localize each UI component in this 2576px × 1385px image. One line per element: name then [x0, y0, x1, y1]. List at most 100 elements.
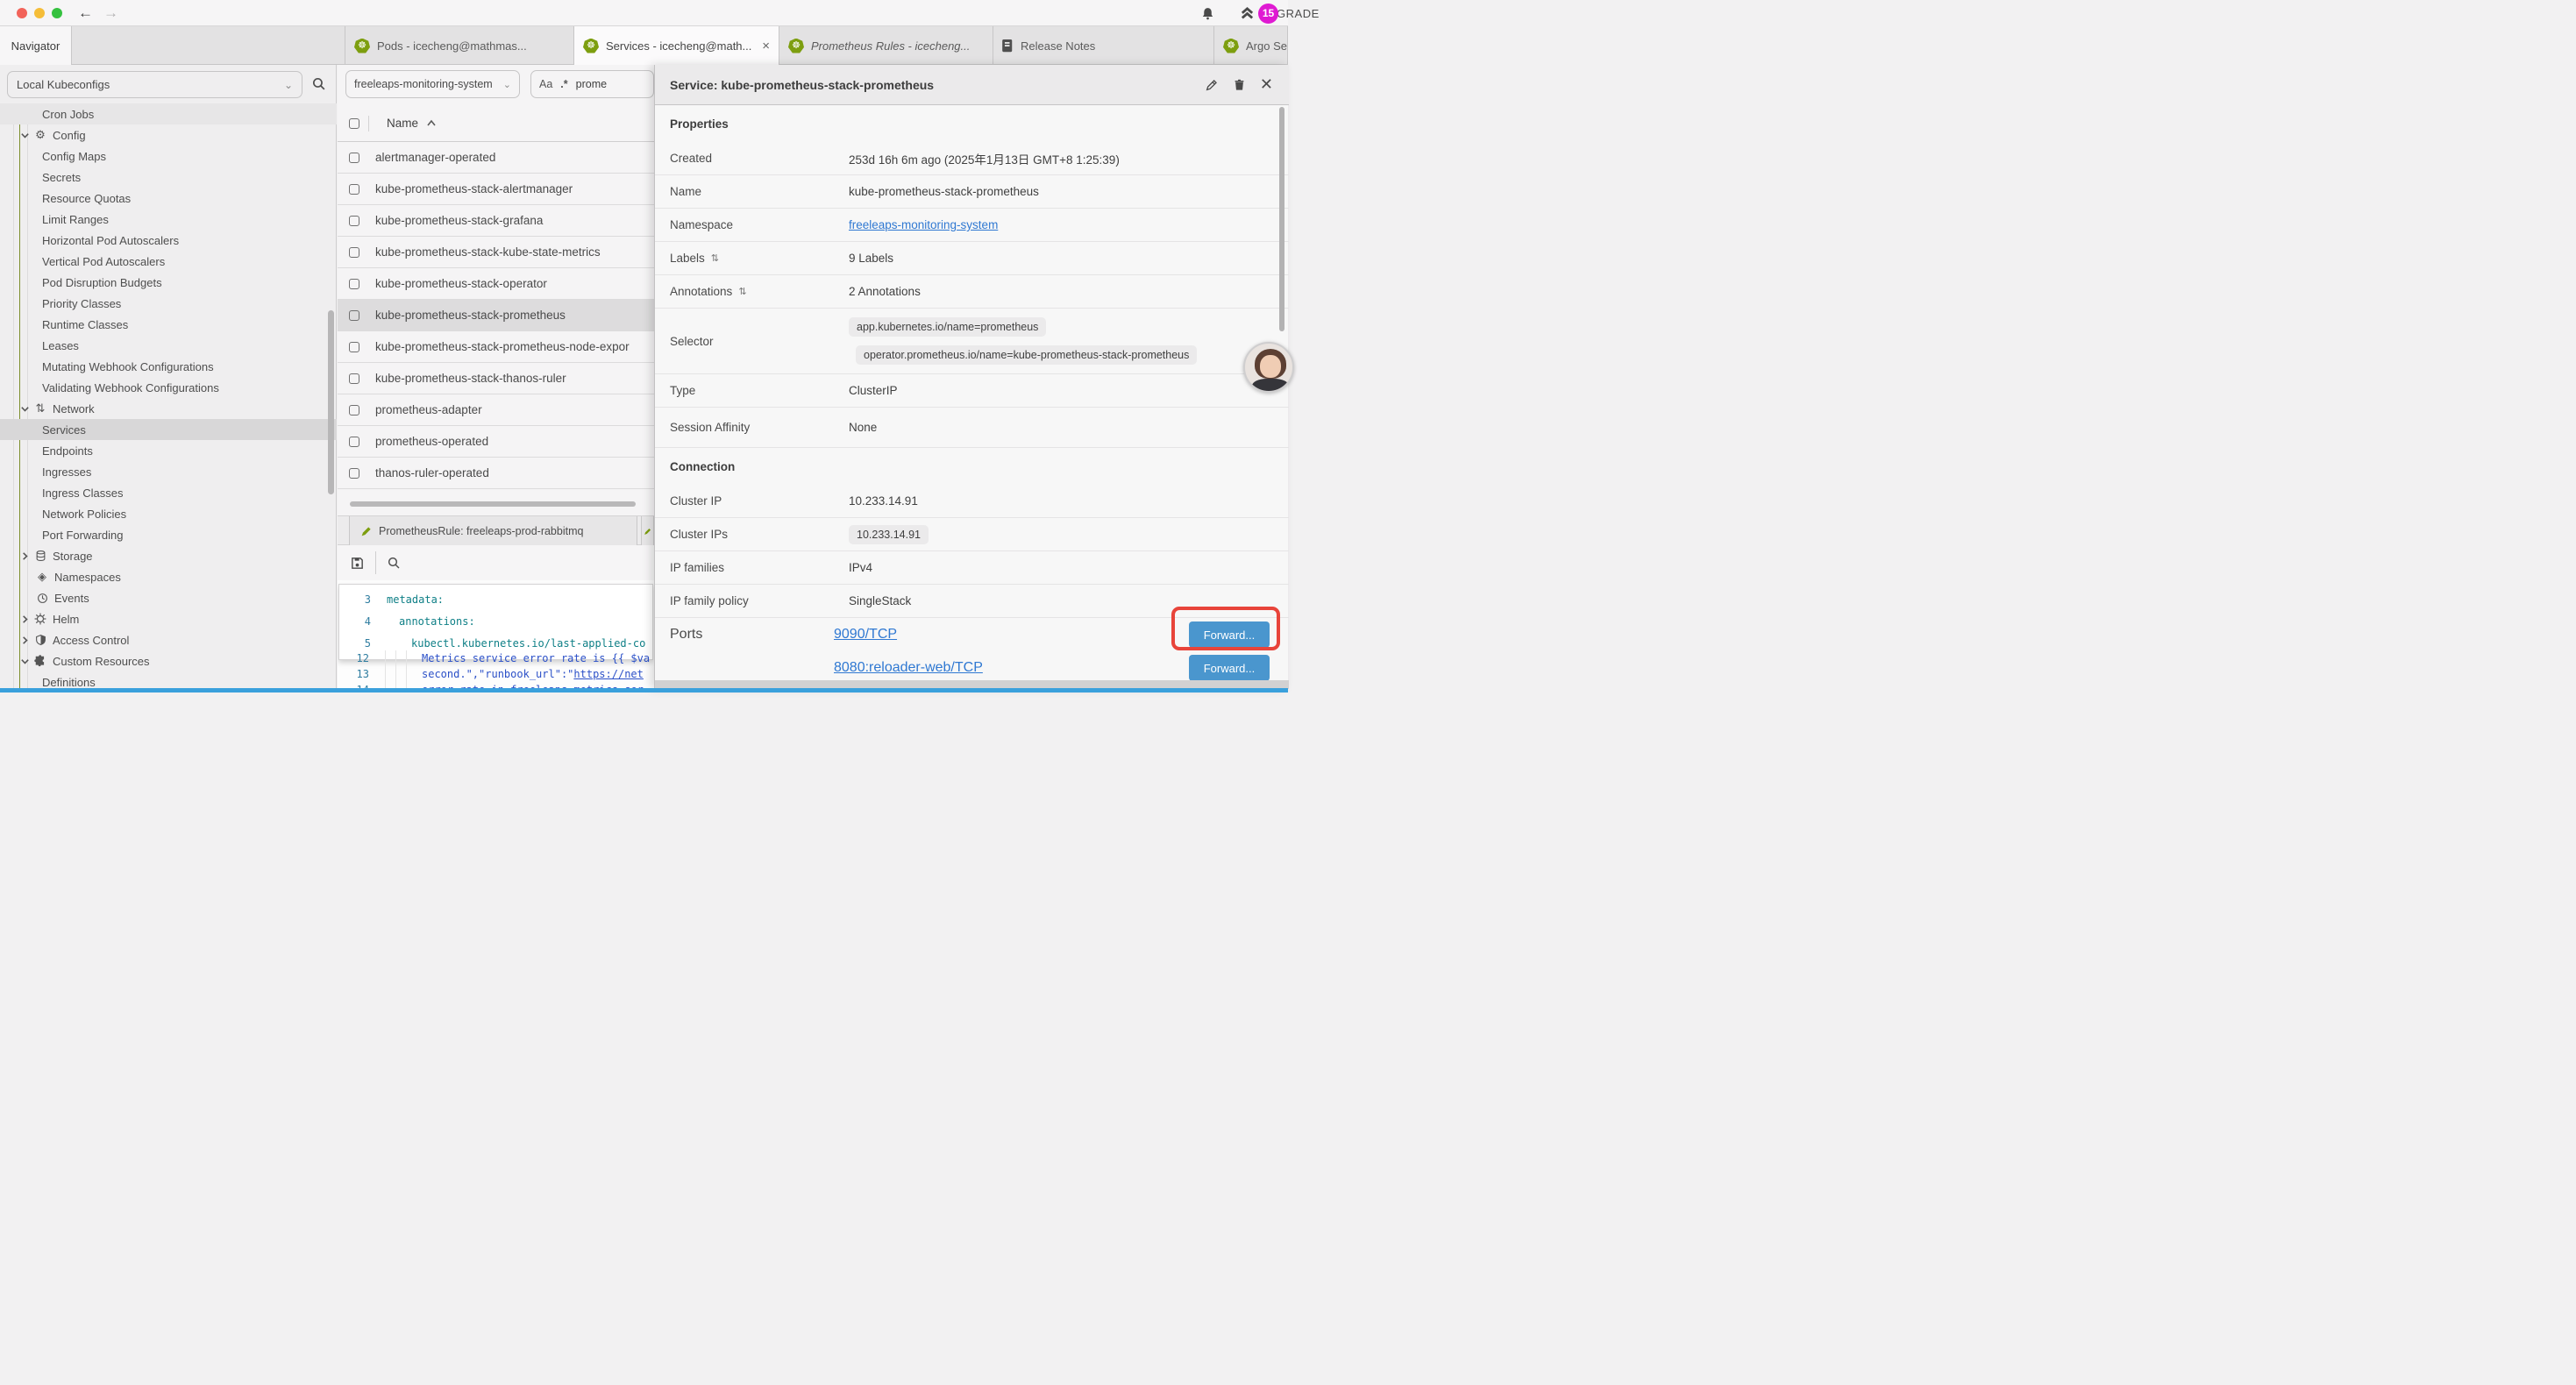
bell-icon[interactable]: [1200, 6, 1215, 21]
table-row[interactable]: kube-prometheus-stack-prometheus: [338, 300, 654, 331]
sidebar-item-vertical-pod-autoscalers[interactable]: Vertical Pod Autoscalers: [0, 251, 337, 272]
zoom-traffic-light[interactable]: [52, 8, 62, 18]
sidebar-item-network-policies[interactable]: Network Policies: [0, 503, 337, 524]
chevron-down-icon[interactable]: [19, 131, 31, 140]
match-case-toggle[interactable]: Aa: [539, 78, 552, 90]
sidebar-item-mutating-webhook-configurations[interactable]: Mutating Webhook Configurations: [0, 356, 337, 377]
sidebar-item-validating-webhook-configurations[interactable]: Validating Webhook Configurations: [0, 377, 337, 398]
resource-tree: Cron Jobs⚙ConfigConfig MapsSecretsResour…: [0, 103, 337, 692]
edit-pencil-icon[interactable]: [1205, 78, 1219, 92]
table-row[interactable]: kube-prometheus-stack-thanos-ruler: [338, 363, 654, 394]
sidebar-item-secrets[interactable]: Secrets: [0, 167, 337, 188]
sidebar-item-limit-ranges[interactable]: Limit Ranges: [0, 209, 337, 230]
chevron-down-icon[interactable]: [19, 657, 31, 666]
tab-prometheus-rules-icecheng[interactable]: ☸Prometheus Rules - icecheng...: [779, 26, 993, 65]
sidebar-item-port-forwarding[interactable]: Port Forwarding: [0, 524, 337, 545]
row-checkbox[interactable]: [349, 373, 359, 384]
chevron-right-icon[interactable]: [19, 551, 31, 561]
drawer-scrollbar[interactable]: [1279, 107, 1284, 331]
row-checkbox[interactable]: [349, 247, 359, 258]
sort-toggle-icon[interactable]: ⇅: [738, 286, 746, 297]
tab-argo-se[interactable]: ☸Argo Se: [1214, 26, 1288, 65]
sidebar-item-config-maps[interactable]: Config Maps: [0, 146, 337, 167]
port-link[interactable]: 8080:reloader-web/TCP: [834, 660, 983, 675]
table-row[interactable]: kube-prometheus-stack-grafana: [338, 205, 654, 237]
avatar[interactable]: [1243, 342, 1294, 393]
sidebar-item-priority-classes[interactable]: Priority Classes: [0, 293, 337, 314]
sidebar-item-access-control[interactable]: Access Control: [0, 629, 337, 650]
sidebar-item-services[interactable]: Services: [0, 419, 337, 440]
name-column-header[interactable]: Name: [387, 117, 418, 130]
table-row[interactable]: prometheus-adapter: [338, 394, 654, 426]
sidebar-item-resource-quotas[interactable]: Resource Quotas: [0, 188, 337, 209]
close-icon[interactable]: ✕: [1260, 75, 1273, 94]
namespace-link[interactable]: freeleaps-monitoring-system: [849, 218, 998, 231]
sidebar-item-ingress-classes[interactable]: Ingress Classes: [0, 482, 337, 503]
sidebar-item-config[interactable]: ⚙Config: [0, 124, 337, 146]
table-row[interactable]: prometheus-operated: [338, 426, 654, 458]
namespace-filter-select[interactable]: freeleaps-monitoring-system ⌄: [345, 70, 520, 98]
save-icon[interactable]: [350, 556, 365, 571]
sidebar-item-events[interactable]: Events: [0, 587, 337, 608]
navigator-panel-tab[interactable]: Navigator: [0, 26, 72, 65]
sidebar-item-pod-disruption-budgets[interactable]: Pod Disruption Budgets: [0, 272, 337, 293]
close-traffic-light[interactable]: [17, 8, 27, 18]
sidebar-item-namespaces[interactable]: ◈Namespaces: [0, 566, 337, 587]
row-checkbox[interactable]: [349, 437, 359, 447]
table-row[interactable]: kube-prometheus-stack-prometheus-node-ex…: [338, 331, 654, 363]
row-checkbox[interactable]: [349, 216, 359, 226]
row-checkbox[interactable]: [349, 405, 359, 416]
tab-release-notes[interactable]: Release Notes: [993, 26, 1214, 65]
tab-services-icecheng-math[interactable]: ☸Services - icecheng@math...×: [574, 26, 779, 65]
chevron-right-icon[interactable]: [19, 614, 31, 624]
name-search-input[interactable]: Aa .* prome: [530, 70, 654, 98]
sidebar-item-horizontal-pod-autoscalers[interactable]: Horizontal Pod Autoscalers: [0, 230, 337, 251]
sidebar-item-runtime-classes[interactable]: Runtime Classes: [0, 314, 337, 335]
kubeconfig-select[interactable]: Local Kubeconfigs ⌄: [7, 71, 302, 98]
sidebar-item-custom-resources[interactable]: Custom Resources: [0, 650, 337, 671]
tab-close-icon[interactable]: ×: [762, 39, 770, 53]
editor-search-icon[interactable]: [387, 556, 401, 570]
row-checkbox[interactable]: [349, 468, 359, 479]
sidebar-search-icon[interactable]: [311, 76, 326, 91]
row-checkbox[interactable]: [349, 279, 359, 289]
table-row[interactable]: alertmanager-operated: [338, 142, 654, 174]
table-row[interactable]: kube-prometheus-stack-operator: [338, 268, 654, 300]
horizontal-scrollbar[interactable]: [350, 501, 636, 507]
sidebar-item-endpoints[interactable]: Endpoints: [0, 440, 337, 461]
sort-toggle-icon[interactable]: ⇅: [711, 252, 719, 264]
row-checkbox[interactable]: [349, 310, 359, 321]
sidebar-item-network[interactable]: ⇅Network: [0, 398, 337, 419]
row-value: 2 Annotations: [849, 285, 1275, 298]
yaml-editor[interactable]: 110","for":"1m","labels":{"service":" 3m…: [338, 580, 654, 692]
sidebar-item-storage[interactable]: Storage: [0, 545, 337, 566]
chevron-down-icon[interactable]: [19, 404, 31, 414]
forward-button[interactable]: Forward...: [1189, 655, 1270, 680]
clock-icon: [35, 593, 49, 604]
port-link[interactable]: 9090/TCP: [834, 627, 897, 642]
editor-tab-prometheusrule[interactable]: PrometheusRule: freeleaps-prod-rabbitmq: [349, 516, 637, 546]
select-all-checkbox[interactable]: [349, 118, 359, 129]
row-checkbox[interactable]: [349, 342, 359, 352]
row-checkbox[interactable]: [349, 184, 359, 195]
chevron-right-icon[interactable]: [19, 636, 31, 645]
sidebar-item-cron-jobs[interactable]: Cron Jobs: [0, 103, 337, 124]
notification-count-badge[interactable]: 15: [1258, 4, 1278, 24]
sidebar-scrollbar[interactable]: [328, 310, 334, 494]
delete-trash-icon[interactable]: [1233, 78, 1246, 92]
tab-pods-icecheng-mathmas[interactable]: ☸Pods - icecheng@mathmas...: [345, 26, 574, 65]
sidebar-item-ingresses[interactable]: Ingresses: [0, 461, 337, 482]
back-arrow-icon[interactable]: ←: [78, 0, 93, 26]
upgrade-icon[interactable]: [1240, 6, 1255, 21]
editor-tab-partial[interactable]: [641, 516, 654, 546]
row-checkbox[interactable]: [349, 153, 359, 163]
sort-ascending-icon[interactable]: [426, 119, 437, 127]
forward-arrow-icon[interactable]: →: [103, 0, 118, 26]
sidebar-item-leases[interactable]: Leases: [0, 335, 337, 356]
regex-toggle[interactable]: .*: [560, 78, 567, 90]
table-row[interactable]: kube-prometheus-stack-kube-state-metrics: [338, 237, 654, 268]
sidebar-item-helm[interactable]: Helm: [0, 608, 337, 629]
minimize-traffic-light[interactable]: [34, 8, 45, 18]
table-row[interactable]: thanos-ruler-operated: [338, 458, 654, 489]
table-row[interactable]: kube-prometheus-stack-alertmanager: [338, 174, 654, 205]
